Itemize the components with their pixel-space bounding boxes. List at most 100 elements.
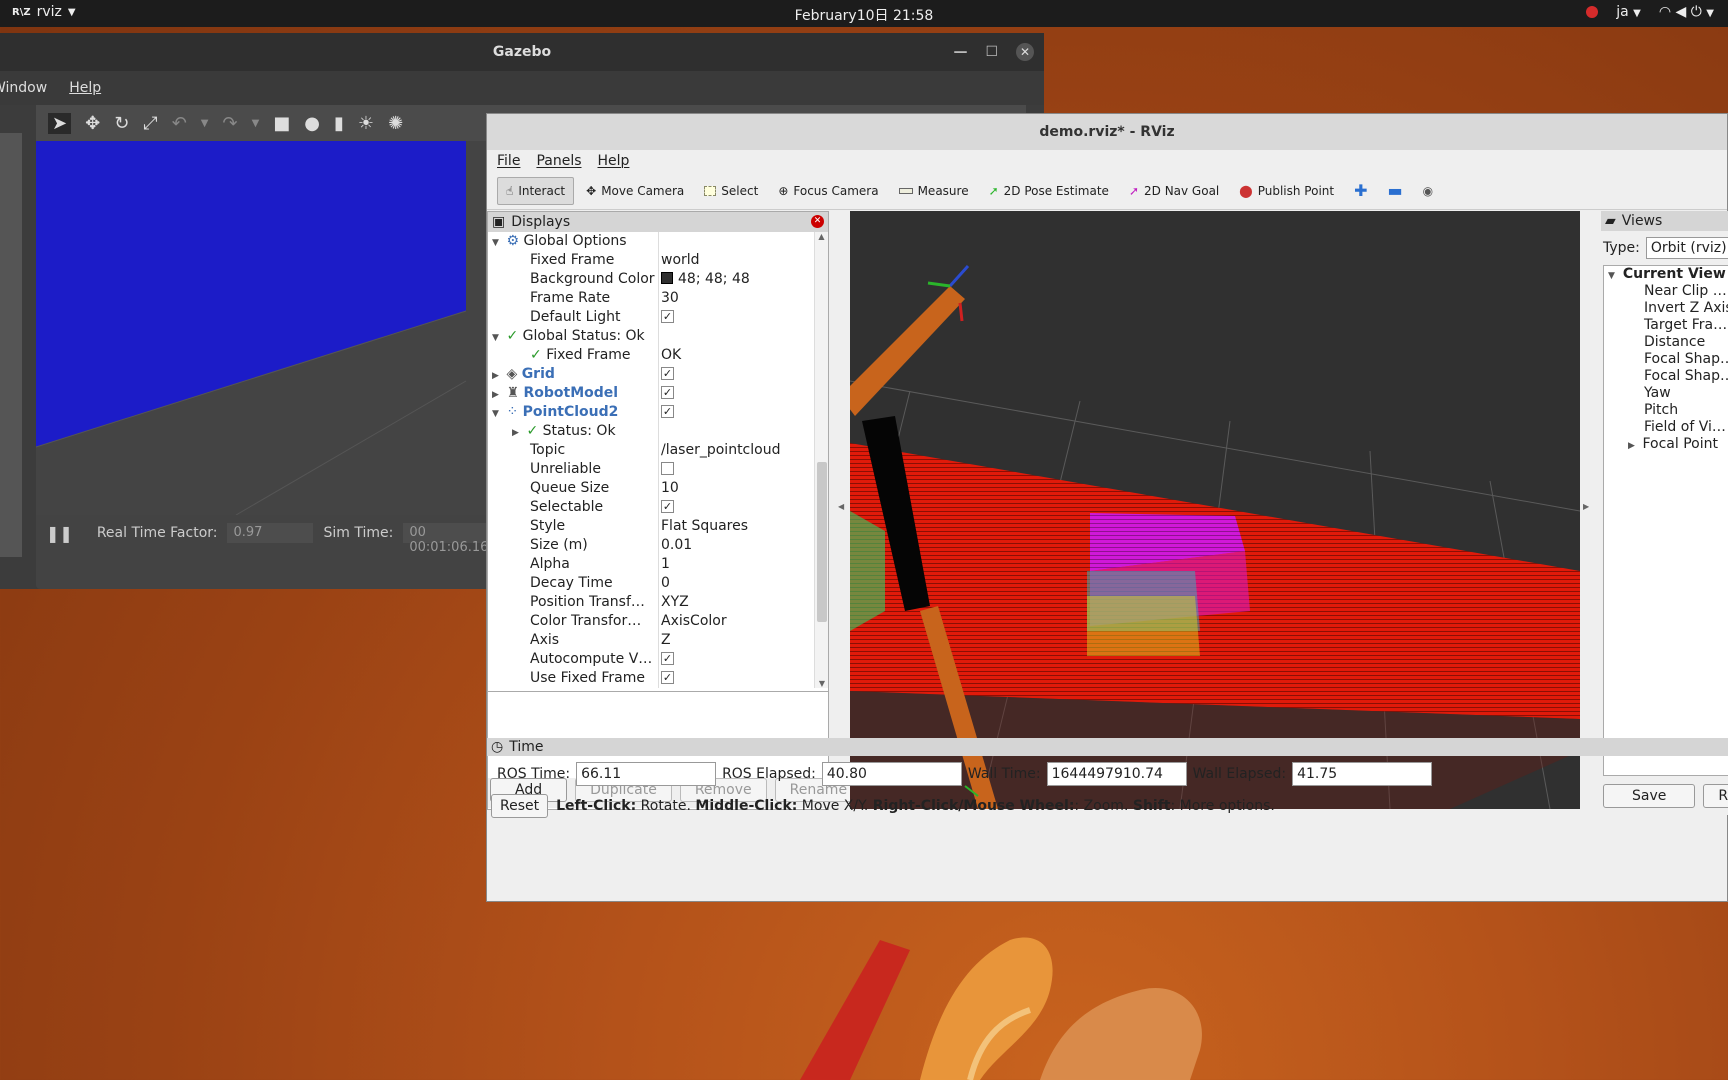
- tool-focus-camera[interactable]: ⊕ Focus Camera: [770, 177, 886, 205]
- checkbox[interactable]: ✓: [661, 385, 674, 399]
- splitter-left-arrow-icon[interactable]: ◀: [838, 502, 844, 511]
- tree-row-default-light[interactable]: Default Light ✓: [488, 308, 814, 327]
- add-tool-button[interactable]: ✚: [1346, 177, 1375, 205]
- rviz-titlebar: demo.rviz* - RViz: [487, 114, 1727, 150]
- tree-row-fov[interactable]: Field of Vi…: [1604, 419, 1728, 436]
- tree-row-decay-time[interactable]: Decay Time 0: [488, 574, 814, 593]
- tree-row-pointcloud2[interactable]: ▼ ⁘ PointCloud2 ✓: [488, 403, 814, 422]
- tree-row-size[interactable]: Size (m) 0.01: [488, 536, 814, 555]
- scrollbar-thumb[interactable]: [817, 462, 827, 622]
- tree-row-topic[interactable]: Topic/laser_pointcloud: [488, 441, 814, 460]
- tree-row-fixed-frame[interactable]: Fixed Frame world: [488, 251, 814, 270]
- tree-row-selectable[interactable]: Selectable ✓: [488, 498, 814, 517]
- maximize-icon[interactable]: ☐: [985, 33, 998, 71]
- wall-elapsed-field[interactable]: 41.75: [1292, 762, 1433, 786]
- tree-row-grid[interactable]: ▶ ◈ Grid ✓: [488, 365, 814, 384]
- reset-button[interactable]: Reset: [491, 794, 549, 818]
- clock[interactable]: February10日 21:58: [0, 5, 1728, 25]
- menu-window[interactable]: Window: [0, 80, 47, 96]
- record-indicator-icon[interactable]: [1586, 6, 1599, 18]
- undo-icon[interactable]: ↶: [172, 113, 187, 134]
- menu-help[interactable]: Help: [598, 153, 630, 169]
- tree-row-focal-shape-1[interactable]: Focal Shap…: [1604, 351, 1728, 368]
- tree-row-position-transformer[interactable]: Position Transf… XYZ: [488, 593, 814, 612]
- displays-scrollbar[interactable]: ▲ ▼: [814, 232, 828, 688]
- minimize-icon[interactable]: —: [953, 33, 967, 71]
- tree-row-pc-status[interactable]: ▶ ✓ Status: Ok: [488, 422, 814, 441]
- tool-2d-nav-goal[interactable]: ➚ 2D Nav Goal: [1121, 177, 1227, 205]
- tree-row-frame-rate[interactable]: Frame Rate 30: [488, 289, 814, 308]
- map-pin-icon: ⬤: [1239, 183, 1253, 198]
- tree-row-robotmodel[interactable]: ▶ ♜ RobotModel ✓: [488, 384, 814, 403]
- rviz-3d-view[interactable]: [850, 211, 1580, 809]
- tree-row-alpha[interactable]: Alpha 1: [488, 555, 814, 574]
- checkbox[interactable]: ✓: [661, 651, 674, 665]
- tree-row-pitch[interactable]: Pitch: [1604, 402, 1728, 419]
- tree-row-focal-shape-2[interactable]: Focal Shap…: [1604, 368, 1728, 385]
- sphere-shape-icon[interactable]: ●: [304, 113, 320, 134]
- views-save-button[interactable]: Save: [1603, 784, 1696, 808]
- tree-row-target-frame[interactable]: Target Fra…: [1604, 317, 1728, 334]
- redo-dropdown-icon[interactable]: ▼: [252, 118, 260, 129]
- tree-row-invert-z[interactable]: Invert Z Axis: [1604, 300, 1728, 317]
- close-icon[interactable]: ✕: [811, 215, 824, 228]
- splitter-right-arrow-icon[interactable]: ▶: [1583, 502, 1589, 511]
- tree-row-style[interactable]: Style Flat Squares: [488, 517, 814, 536]
- gear-icon: ⚙: [506, 233, 520, 249]
- check-icon: ✓: [530, 347, 542, 363]
- pause-icon[interactable]: ❚❚: [46, 524, 73, 543]
- tool-interact[interactable]: ☝ Interact: [497, 176, 575, 205]
- checkbox[interactable]: [661, 461, 674, 475]
- redo-icon[interactable]: ↷: [222, 113, 237, 134]
- menu-panels[interactable]: Panels: [536, 153, 581, 169]
- input-method[interactable]: ja ▼: [1616, 4, 1641, 20]
- tree-row-queue-size[interactable]: Queue Size 10: [488, 479, 814, 498]
- tree-row-focal-point[interactable]: ▶ Focal Point: [1604, 436, 1728, 453]
- rotate-icon[interactable]: ↻: [114, 113, 129, 134]
- wall-time-field[interactable]: 1644497910.74: [1046, 762, 1187, 786]
- checkbox[interactable]: ✓: [661, 670, 674, 684]
- tool-2d-pose-estimate[interactable]: ➚ 2D Pose Estimate: [981, 177, 1117, 205]
- ros-elapsed-field[interactable]: 40.80: [821, 762, 962, 786]
- tool-visibility-button[interactable]: ◉: [1415, 177, 1441, 205]
- sun-light-icon[interactable]: ☀: [358, 113, 374, 134]
- tree-row-global-status[interactable]: ▼ ✓ Global Status: Ok: [488, 327, 814, 346]
- select-arrow-icon[interactable]: ➤: [48, 112, 72, 134]
- tree-row-axis[interactable]: Axis Z: [488, 631, 814, 650]
- translate-icon[interactable]: ✥: [85, 113, 100, 134]
- tree-row-unreliable[interactable]: Unreliable: [488, 460, 814, 479]
- checkbox[interactable]: ✓: [661, 309, 674, 323]
- tree-row-use-fixed-frame[interactable]: Use Fixed Frame ✓: [488, 669, 814, 688]
- tree-row-background-color[interactable]: Background Color 48; 48; 48: [488, 270, 814, 289]
- tree-row-color-transformer[interactable]: Color Transfor… AxisColor: [488, 612, 814, 631]
- tool-publish-point[interactable]: ⬤ Publish Point: [1231, 177, 1342, 205]
- tree-row-yaw[interactable]: Yaw: [1604, 385, 1728, 402]
- cylinder-shape-icon[interactable]: ▮: [334, 113, 344, 134]
- ros-time-field[interactable]: 66.11: [576, 762, 717, 786]
- tree-row-autocompute[interactable]: Autocompute V… ✓: [488, 650, 814, 669]
- tree-row-current-view[interactable]: ▼ Current View: [1604, 266, 1728, 283]
- system-menu[interactable]: ◠ ◀ ⏻ ▼: [1659, 4, 1714, 20]
- remove-tool-button[interactable]: ▬: [1380, 177, 1411, 205]
- tool-select[interactable]: Select: [696, 177, 766, 205]
- checkbox[interactable]: ✓: [661, 404, 674, 418]
- rviz-menubar: File Panels Help: [487, 150, 1727, 172]
- tool-move-camera[interactable]: ✥ Move Camera: [578, 177, 692, 205]
- menu-file[interactable]: File: [497, 153, 520, 169]
- scale-icon[interactable]: ⤢: [143, 113, 157, 134]
- close-icon[interactable]: ✕: [1016, 43, 1034, 61]
- menu-help[interactable]: Help: [69, 80, 101, 96]
- checkbox[interactable]: ✓: [661, 366, 674, 380]
- tree-row-distance[interactable]: Distance: [1604, 334, 1728, 351]
- tree-row-global-options[interactable]: ▼ ⚙ Global Options: [488, 232, 814, 251]
- tree-row-status-fixed-frame[interactable]: ✓ Fixed Frame OK: [488, 346, 814, 365]
- views-reset-button[interactable]: Re: [1703, 784, 1728, 808]
- gazebo-left-panel[interactable]: [0, 133, 22, 557]
- point-light-icon[interactable]: ✺: [388, 113, 403, 134]
- tree-row-near-clip[interactable]: Near Clip …: [1604, 283, 1728, 300]
- box-shape-icon[interactable]: ■: [273, 113, 290, 134]
- checkbox[interactable]: ✓: [661, 499, 674, 513]
- undo-dropdown-icon[interactable]: ▼: [201, 118, 209, 129]
- views-type-select[interactable]: Orbit (rviz): [1645, 237, 1728, 259]
- tool-measure[interactable]: Measure: [891, 177, 977, 205]
